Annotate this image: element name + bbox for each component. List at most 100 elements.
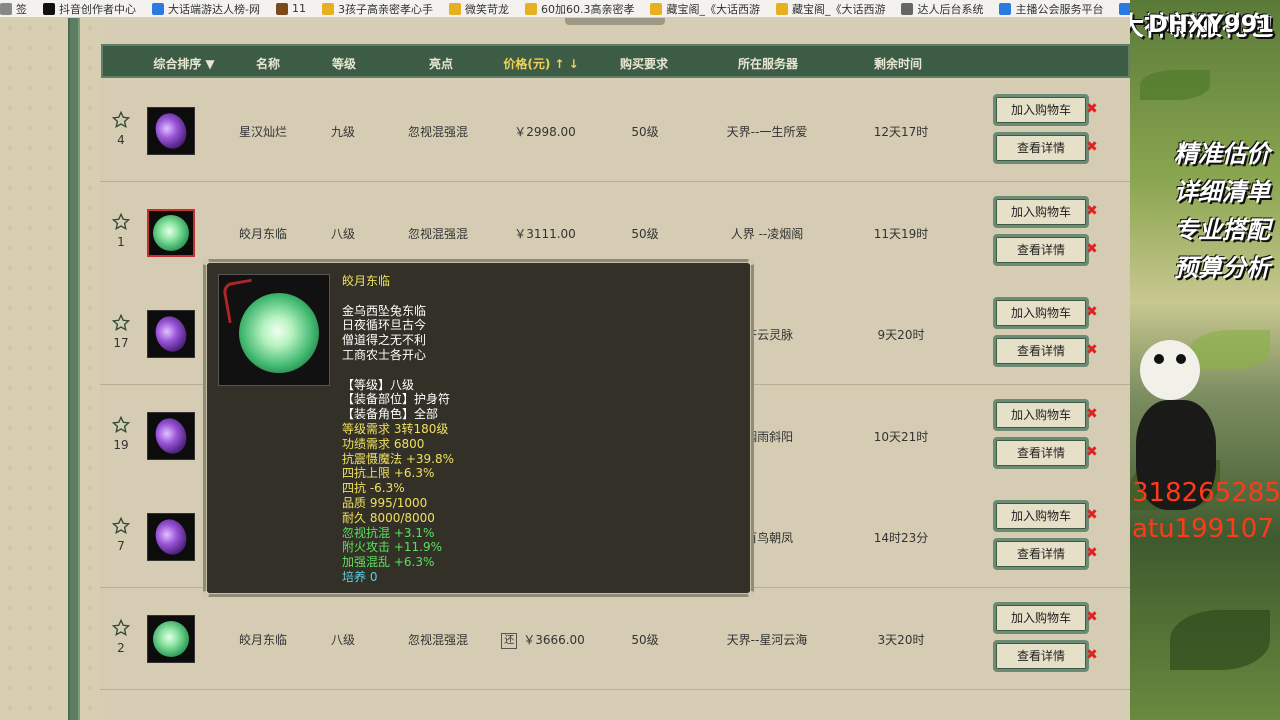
chrome-icon <box>152 2 164 15</box>
bookmark-label: 签 <box>16 2 27 16</box>
remove-icon[interactable]: ✖ <box>1086 304 1098 320</box>
header-remaining-time: 剩余时间 <box>863 55 933 72</box>
header-server: 所在服务器 <box>723 55 813 72</box>
header-highlight: 亮点 <box>403 55 479 72</box>
item-highlight: 忽视混强混 <box>407 633 468 647</box>
view-details-button[interactable]: 查看详情 <box>993 436 1089 469</box>
item-price: ￥3111.00 <box>514 226 576 241</box>
item-thumbnail[interactable] <box>147 411 195 460</box>
add-to-cart-button[interactable]: 加入购物车 <box>993 94 1089 126</box>
header-label: 等级 <box>331 57 356 71</box>
bookmark-item[interactable]: 藏宝阁_《大话西游 <box>650 1 760 17</box>
favorite-count: 4 <box>117 133 125 147</box>
header-level: 等级 <box>319 55 369 72</box>
view-details-button[interactable]: 查看详情 <box>993 640 1089 672</box>
favorite-toggle[interactable]: 7 <box>110 516 132 553</box>
remove-icon[interactable]: ✖ <box>1086 241 1098 257</box>
bookmark-item[interactable]: 60加60.3高亲密孝 <box>524 1 634 17</box>
bookmark-item[interactable]: 11 <box>275 2 306 15</box>
add-to-cart-button[interactable]: 加入购物车 <box>993 500 1089 533</box>
panda-eye <box>1154 354 1164 364</box>
tooltip-line: 金乌西坠兔东临 <box>342 303 427 318</box>
favorite-count: 7 <box>117 539 125 554</box>
item-thumbnail[interactable] <box>147 208 195 257</box>
tooltip-line: 四抗上限 +6.3% <box>342 466 435 481</box>
favorite-toggle[interactable]: 2 <box>110 618 132 655</box>
remove-icon[interactable]: ✖ <box>1086 545 1098 561</box>
favorite-count: 17 <box>113 336 129 351</box>
header-label: 购买要求 <box>619 57 668 71</box>
tooltip-line: 【等级】八级 <box>342 377 415 392</box>
item-thumbnail[interactable] <box>147 513 195 562</box>
view-details-button[interactable]: 查看详情 <box>993 538 1089 571</box>
bookmark-label: 11 <box>291 2 306 15</box>
tooltip-line <box>342 363 454 378</box>
bookmark-item[interactable]: 微笑苛龙 <box>448 1 509 17</box>
star-icon[interactable] <box>111 618 131 641</box>
header-price[interactable]: 价格(元) ↑ ↓ <box>491 55 591 72</box>
item-thumbnail[interactable] <box>147 310 195 359</box>
view-details-button[interactable]: 查看详情 <box>993 335 1089 368</box>
remove-icon[interactable]: ✖ <box>1086 139 1098 155</box>
remaining-time: 3天20时 <box>877 633 925 647</box>
tooltip-line: 皎月东临 <box>342 274 391 288</box>
remove-icon[interactable]: ✖ <box>1086 609 1098 625</box>
star-icon[interactable] <box>111 110 131 133</box>
bookmark-item[interactable]: 签 <box>0 1 27 17</box>
remove-icon[interactable]: ✖ <box>1086 647 1098 663</box>
price-sort-arrows-icon[interactable]: ↑ ↓ <box>554 57 578 71</box>
tooltip-line: 僧道得之无不利 <box>342 333 427 348</box>
leaf-decoration <box>1140 70 1210 100</box>
game-icon <box>275 2 288 15</box>
star-icon[interactable] <box>111 415 131 438</box>
item-thumbnail[interactable] <box>147 107 195 155</box>
bookmark-item[interactable]: 抖音创作者中心 <box>43 1 136 17</box>
bookmark-item[interactable]: 主播公会服务平台 <box>999 1 1103 17</box>
top-button-edge[interactable] <box>565 18 665 25</box>
favorite-toggle[interactable]: 4 <box>110 110 132 147</box>
bookmark-icon <box>0 2 12 15</box>
view-details-button[interactable]: 查看详情 <box>993 132 1089 164</box>
sort-composite[interactable]: 综合排序 ▼ <box>143 55 225 72</box>
promo-line: DHXY991 <box>1148 10 1274 38</box>
favorite-toggle[interactable]: 19 <box>110 415 132 452</box>
view-details-button[interactable]: 查看详情 <box>993 233 1089 266</box>
remove-icon[interactable]: ✖ <box>1086 507 1098 523</box>
favorite-toggle[interactable]: 17 <box>110 313 132 350</box>
add-to-cart-button[interactable]: 加入购物车 <box>993 195 1089 228</box>
treasure-icon <box>650 2 663 15</box>
table-row: 2 皎月东临 八级 忽视混强混 还 ￥3666.00 50级 天界--星河云海 3天20时 加入购… <box>100 588 1130 690</box>
star-icon[interactable] <box>111 212 131 235</box>
add-to-cart-button[interactable]: 加入购物车 <box>993 602 1089 634</box>
tooltip-line: 功绩需求 6800 <box>342 436 425 451</box>
header-label: 亮点 <box>428 57 453 71</box>
tiktok-icon <box>43 2 55 15</box>
bookmark-item[interactable]: 网易C <box>1119 1 1130 17</box>
bookmark-item[interactable]: 大话端游达人榜-网 <box>152 1 260 17</box>
remove-icon[interactable]: ✖ <box>1086 406 1098 422</box>
bookmark-item[interactable]: 达人后台系统 <box>901 1 983 17</box>
remove-icon[interactable]: ✖ <box>1086 342 1098 358</box>
remove-icon[interactable]: ✖ <box>1086 444 1098 460</box>
leaf-decoration <box>1170 610 1270 670</box>
favorite-toggle[interactable]: 1 <box>110 212 132 249</box>
star-icon[interactable] <box>111 517 131 539</box>
remove-icon[interactable]: ✖ <box>1086 101 1098 117</box>
header-label: 综合排序 <box>153 57 202 71</box>
header-label: 价格(元) <box>503 57 551 71</box>
star-icon[interactable] <box>111 313 131 336</box>
item-thumbnail[interactable] <box>147 615 195 663</box>
jade-amulet-icon <box>153 214 189 251</box>
bookmark-label: 主播公会服务平台 <box>1015 2 1104 16</box>
add-to-cart-button[interactable]: 加入购物车 <box>993 297 1089 330</box>
bookmark-item[interactable]: 3孩子高亲密孝心手 <box>321 1 433 17</box>
bookmark-label: 藏宝阁_《大话西游 <box>666 2 760 16</box>
remaining-time: 9天20时 <box>877 328 925 343</box>
remove-icon[interactable]: ✖ <box>1086 203 1098 219</box>
tooltip-line: 忽视抗混 +3.1% <box>342 525 435 540</box>
add-to-cart-button[interactable]: 加入购物车 <box>993 398 1089 431</box>
tooltip-attributes: 皎月东临 金乌西坠兔东临 日夜循环旦古今 僧道得之无不利 工商农士各开心 【等级】八级… <box>342 274 454 585</box>
tooltip-line: 等级需求 3转180级 <box>342 421 449 436</box>
bookmark-item[interactable]: 藏宝阁_《大话西游 <box>775 1 885 17</box>
header-requirement: 购买要求 <box>613 55 675 72</box>
